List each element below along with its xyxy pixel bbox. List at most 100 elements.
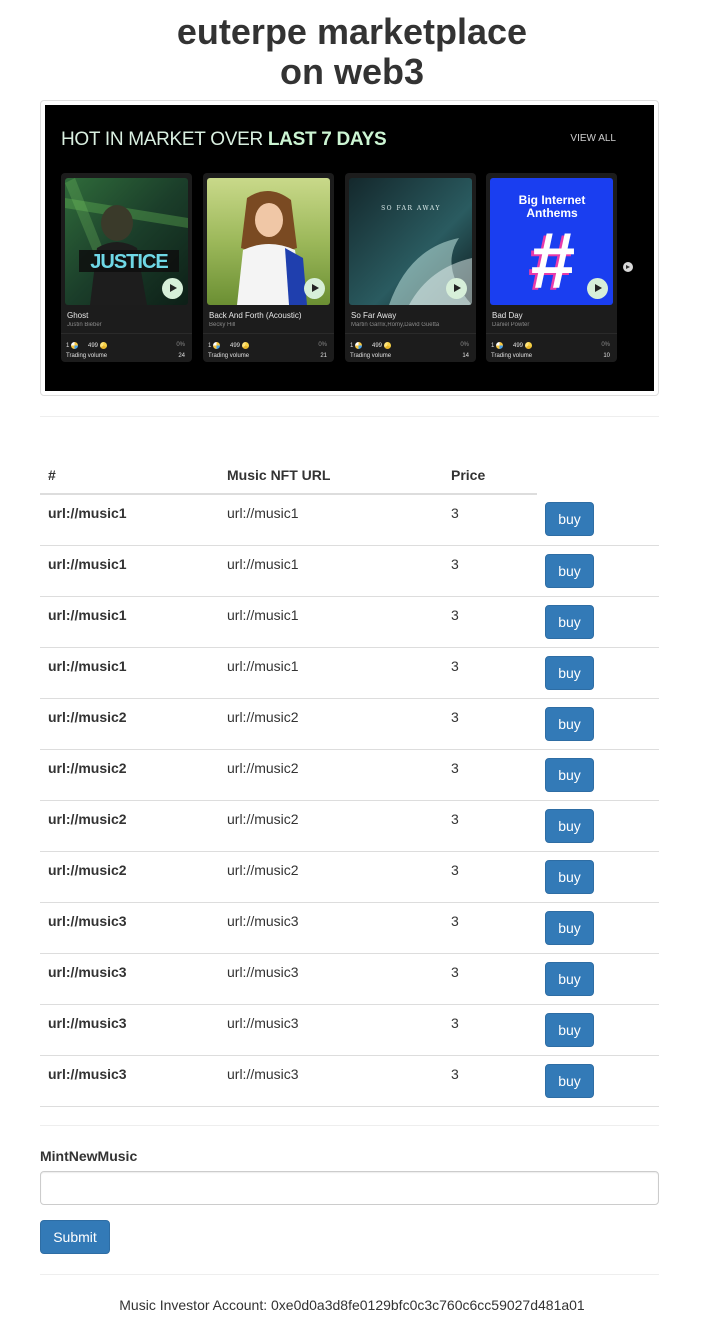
divider [40, 1274, 659, 1275]
row-id-cell: url://music1 [40, 647, 219, 699]
banner-heading: HOT IN MARKET OVER LAST 7 DAYS [61, 129, 387, 151]
supply-count: 499 [88, 343, 99, 350]
column-header-price: Price [443, 456, 537, 495]
play-button[interactable] [446, 278, 467, 299]
token-icon [213, 342, 221, 349]
row-url-cell: url://music3 [219, 902, 443, 954]
music-card[interactable]: JUSTICE Ghost Justin Bieber 1 499 0% Tra… [61, 173, 192, 362]
token-icon [496, 342, 504, 349]
supply-count: 499 [513, 343, 524, 350]
submit-button[interactable]: Submit [40, 1220, 110, 1254]
card-stats: 1 499 0% Trading volume 14 [345, 333, 476, 362]
column-header-id: # [40, 456, 219, 495]
row-price-cell: 3 [443, 800, 537, 852]
row-action-cell: buy [537, 698, 659, 750]
row-action-cell: buy [537, 1055, 659, 1107]
token-icon [384, 342, 392, 349]
hot-market-banner-frame: HOT IN MARKET OVER LAST 7 DAYS VIEW ALL [40, 100, 659, 396]
row-url-cell: url://music3 [219, 1055, 443, 1107]
banner-heading-emphasis: LAST 7 DAYS [267, 129, 387, 150]
row-id-cell: url://music1 [40, 494, 219, 546]
row-action-cell: buy [537, 749, 659, 801]
row-url-cell: url://music1 [219, 647, 443, 699]
buy-button[interactable]: buy [545, 757, 594, 792]
buy-button[interactable]: buy [545, 910, 594, 945]
card-title: Back And Forth (Acoustic) [209, 311, 302, 320]
row-price-cell: 3 [443, 494, 537, 546]
buy-button[interactable]: buy [545, 604, 594, 639]
row-price-cell: 3 [443, 1004, 537, 1056]
table-row: url://music1 url://music1 3 buy [40, 545, 659, 597]
supply-count: 499 [230, 343, 241, 350]
carousel-next-icon[interactable] [623, 262, 633, 272]
buy-button[interactable]: buy [545, 655, 594, 690]
row-price-cell: 3 [443, 851, 537, 903]
row-action-cell: buy [537, 953, 659, 1005]
holders-count: 1 [350, 343, 354, 350]
row-price-cell: 3 [443, 698, 537, 750]
music-card[interactable]: Back And Forth (Acoustic) Becky Hill 1 4… [203, 173, 334, 362]
buy-button[interactable]: buy [545, 961, 594, 996]
album-art-image: JUSTICE [65, 178, 188, 305]
row-price-cell: 3 [443, 902, 537, 954]
play-button[interactable] [587, 278, 608, 299]
row-price-cell: 3 [443, 953, 537, 1005]
view-all-link[interactable]: VIEW ALL [570, 133, 616, 144]
row-action-cell: buy [537, 851, 659, 903]
table-row: url://music3 url://music3 3 buy [40, 953, 659, 1005]
trading-volume-label: Trading volume [66, 353, 108, 359]
row-action-cell: buy [537, 902, 659, 954]
trading-volume-value: 14 [462, 353, 469, 359]
table-header-row: # Music NFT URL Price [40, 456, 659, 495]
album-art-image [207, 178, 330, 305]
row-id-cell: url://music2 [40, 851, 219, 903]
music-card[interactable]: SO FAR AWAY So Far Away Martin Garrix,Ro… [345, 173, 476, 362]
column-header-url: Music NFT URL [219, 456, 443, 495]
divider [40, 416, 659, 417]
buy-button[interactable]: buy [545, 859, 594, 894]
table-row: url://music1 url://music1 3 buy [40, 647, 659, 699]
hot-market-banner: HOT IN MARKET OVER LAST 7 DAYS VIEW ALL [45, 105, 654, 391]
row-price-cell: 3 [443, 596, 537, 648]
table-row: url://music2 url://music2 3 buy [40, 749, 659, 801]
mint-new-music-label: MintNewMusic [40, 1148, 138, 1164]
row-action-cell: buy [537, 596, 659, 648]
row-action-cell: buy [537, 1004, 659, 1056]
row-id-cell: url://music2 [40, 698, 219, 750]
table-row: url://music3 url://music3 3 buy [40, 1055, 659, 1107]
music-card[interactable]: Big Internet Anthems # # Bad Day Daniel … [486, 173, 617, 362]
play-button[interactable] [304, 278, 325, 299]
buy-button[interactable]: buy [545, 553, 594, 588]
row-action-cell: buy [537, 647, 659, 699]
trading-volume-label: Trading volume [208, 353, 250, 359]
holders-count: 1 [66, 343, 70, 350]
mint-new-music-input[interactable] [40, 1171, 659, 1205]
row-price-cell: 3 [443, 749, 537, 801]
table-row: url://music2 url://music2 3 buy [40, 800, 659, 852]
buy-button[interactable]: buy [545, 706, 594, 741]
token-icon [242, 342, 250, 349]
buy-button[interactable]: buy [545, 1012, 594, 1047]
row-action-cell: buy [537, 800, 659, 852]
card-artist: Becky Hill [209, 322, 236, 328]
change-percent: 0% [601, 342, 610, 348]
album-art-caption: SO FAR AWAY [381, 205, 441, 212]
row-url-cell: url://music3 [219, 953, 443, 1005]
banner-heading-prefix: HOT IN MARKET OVER [61, 129, 268, 150]
row-id-cell: url://music3 [40, 1055, 219, 1107]
album-art-image: SO FAR AWAY [349, 178, 472, 305]
album-art-image: Big Internet Anthems # # [490, 178, 613, 305]
play-button[interactable] [162, 278, 183, 299]
trading-volume-label: Trading volume [350, 353, 392, 359]
row-url-cell: url://music3 [219, 1004, 443, 1056]
change-percent: 0% [460, 342, 469, 348]
buy-button[interactable]: buy [545, 502, 594, 536]
buy-button[interactable]: buy [545, 1063, 594, 1098]
hash-glyph: # [531, 216, 576, 305]
row-url-cell: url://music2 [219, 749, 443, 801]
token-icon [525, 342, 533, 349]
page-title-line-2: on web3 [279, 51, 425, 92]
table-row: url://music2 url://music2 3 buy [40, 851, 659, 903]
trading-volume-value: 10 [603, 353, 610, 359]
buy-button[interactable]: buy [545, 808, 594, 843]
